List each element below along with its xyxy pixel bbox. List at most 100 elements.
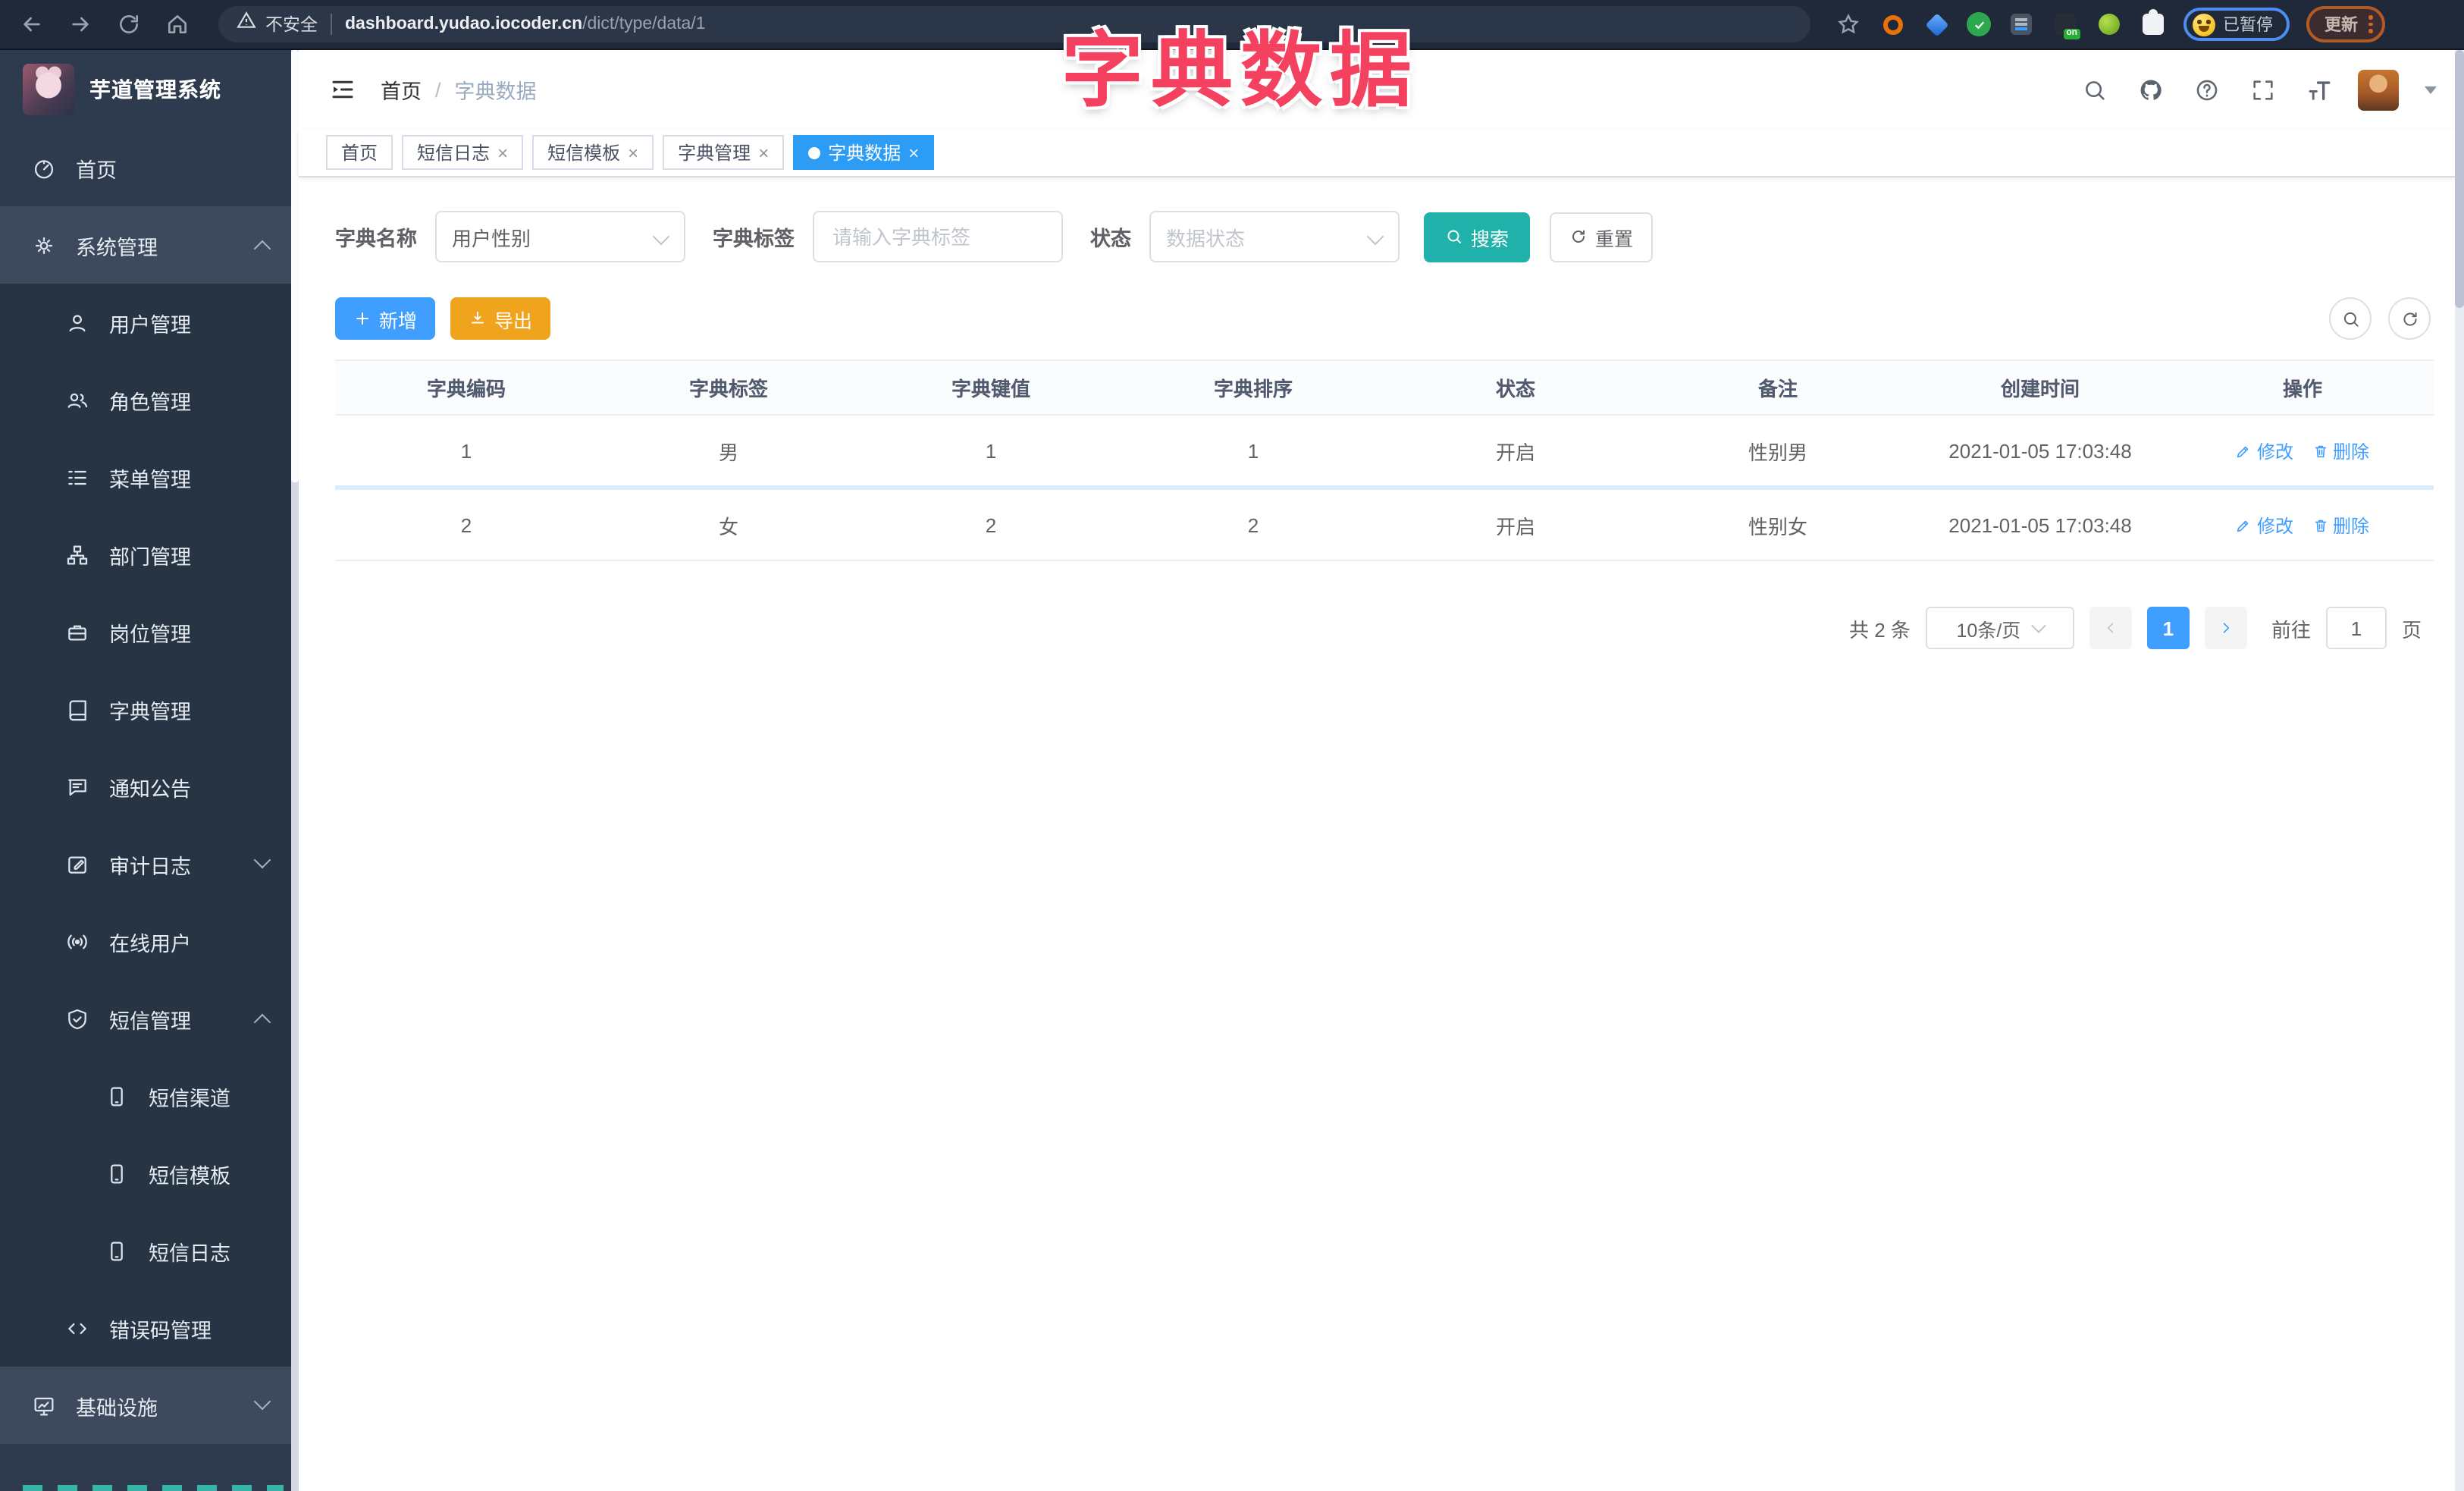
sidebar-item-error-codes[interactable]: 错误码管理: [0, 1289, 299, 1367]
fullscreen-icon[interactable]: [2246, 73, 2279, 106]
bookmark-star-icon[interactable]: [1835, 11, 1862, 38]
logo-rabbit-image: [23, 64, 74, 115]
help-icon[interactable]: [2190, 73, 2223, 106]
tag-sms-log[interactable]: 短信日志: [402, 135, 524, 170]
sidebar-scrollbar[interactable]: [291, 50, 299, 1491]
sidebar-item-menus[interactable]: 菜单管理: [0, 438, 299, 516]
forward-icon[interactable]: [61, 5, 100, 44]
sidebar-item-audit-log[interactable]: 审计日志: [0, 825, 299, 902]
sidebar-fold-icon[interactable]: [326, 73, 359, 106]
extension-bars-icon[interactable]: [2008, 11, 2035, 38]
tag-dict-manage[interactable]: 字典管理: [663, 135, 785, 170]
sidebar-logo[interactable]: 芋道管理系统: [0, 50, 299, 129]
edit-link-label: 修改: [2256, 441, 2293, 462]
browser-menu-icon[interactable]: [2368, 15, 2372, 33]
dict-name-select[interactable]: 用户性别: [435, 211, 685, 262]
sidebar-item-roles[interactable]: 角色管理: [0, 361, 299, 438]
delete-link[interactable]: 删除: [2312, 512, 2369, 538]
sidebar-item-home[interactable]: 首页: [0, 129, 299, 206]
sidebar-item-infrastructure[interactable]: 基础设施: [0, 1367, 299, 1444]
delete-link[interactable]: 删除: [2312, 438, 2369, 463]
browser-update-button[interactable]: 更新: [2306, 6, 2384, 42]
sidebar-item-dict[interactable]: 字典管理: [0, 670, 299, 748]
extension-gem-icon[interactable]: [1923, 11, 1950, 38]
extension-check-icon[interactable]: [1967, 12, 1991, 36]
tag-home[interactable]: 首页: [326, 135, 393, 170]
edit-link[interactable]: 修改: [2236, 438, 2293, 463]
monitor-icon: [32, 1393, 56, 1417]
page-scrollbar-thumb[interactable]: [2455, 50, 2464, 308]
refresh-table-button[interactable]: [2388, 297, 2431, 340]
reset-button-label: 重置: [1595, 228, 1634, 250]
table-row: 2 女 2 2 开启 性别女 2021-01-05 17:03:48 修改 删除: [335, 490, 2434, 561]
search-icon[interactable]: [2077, 73, 2111, 106]
tag-label: 字典管理: [678, 143, 751, 164]
current-page-button[interactable]: 1: [2146, 607, 2190, 649]
sidebar-item-label: 基础设施: [76, 1396, 158, 1419]
font-size-icon[interactable]: [2302, 73, 2335, 106]
sidebar-item-sms-template[interactable]: 短信模板: [0, 1135, 299, 1212]
address-bar[interactable]: 不安全 dashboard.yudao.iocoder.cn/dict/type…: [218, 6, 1810, 42]
breadcrumb-separator: /: [435, 78, 441, 101]
sidebar-item-sms[interactable]: 短信管理: [0, 980, 299, 1057]
sidebar-item-users[interactable]: 用户管理: [0, 284, 299, 361]
goto-label: 前往: [2271, 618, 2311, 641]
export-button[interactable]: 导出: [450, 297, 551, 340]
chevron-left-icon: [2107, 623, 2114, 633]
user-avatar[interactable]: [2358, 69, 2399, 110]
url-text[interactable]: dashboard.yudao.iocoder.cn/dict/type/dat…: [345, 15, 706, 33]
profile-paused-badge[interactable]: 已暂停: [2183, 8, 2290, 41]
sidebar-item-sms-channel[interactable]: 短信渠道: [0, 1057, 299, 1135]
goto-page-input[interactable]: [2325, 607, 2387, 649]
cell-status: 开启: [1495, 441, 1535, 463]
next-page-button[interactable]: [2204, 607, 2247, 649]
edit-link[interactable]: 修改: [2236, 512, 2293, 538]
app: 芋道管理系统 首页 系统管理 用户管理 角色管理 菜单管理 部门管理 岗位管理 …: [0, 50, 2464, 1491]
close-icon[interactable]: [628, 143, 638, 162]
toggle-search-button[interactable]: [2329, 297, 2372, 340]
close-icon[interactable]: [908, 143, 919, 162]
search-icon: [2343, 311, 2358, 326]
page-scrollbar[interactable]: [2455, 50, 2464, 1491]
signal-icon: [65, 929, 89, 953]
cell-remark: 性别女: [1748, 515, 1807, 538]
avatar-caret-icon[interactable]: [2425, 86, 2437, 93]
breadcrumb-home[interactable]: 首页: [381, 74, 422, 105]
home-icon[interactable]: [158, 5, 197, 44]
status-select[interactable]: 数据状态: [1149, 211, 1400, 262]
sidebar-item-system[interactable]: 系统管理: [0, 206, 299, 284]
dict-tag-input[interactable]: [829, 224, 1046, 250]
tag-dict-data[interactable]: 字典数据: [793, 135, 935, 170]
shield-check-icon: [65, 1006, 89, 1031]
reload-icon[interactable]: [109, 5, 149, 44]
security-label[interactable]: 不安全: [265, 12, 318, 36]
dict-name-value: 用户性别: [452, 227, 531, 250]
search-button[interactable]: 搜索: [1424, 212, 1531, 262]
dict-tag-field[interactable]: [813, 211, 1063, 262]
page-size-select[interactable]: 10条/页: [1925, 607, 2074, 649]
breadcrumb-current: 字典数据: [454, 80, 537, 103]
sidebar-item-posts[interactable]: 岗位管理: [0, 593, 299, 670]
sidebar-scrollbar-thumb[interactable]: [291, 50, 299, 482]
extension-orange-icon[interactable]: [1879, 11, 1906, 38]
edit-link-label: 修改: [2256, 515, 2293, 536]
tag-sms-template[interactable]: 短信模板: [532, 135, 654, 170]
sidebar-item-notices[interactable]: 通知公告: [0, 748, 299, 825]
chevron-up-icon: [253, 1013, 271, 1031]
reset-button[interactable]: 重置: [1550, 212, 1654, 262]
chevron-down-icon: [1366, 228, 1384, 246]
extensions-puzzle-icon[interactable]: [2140, 9, 2167, 38]
sidebar-item-online-users[interactable]: 在线用户: [0, 902, 299, 980]
extension-green-icon[interactable]: [2096, 11, 2123, 38]
sidebar-item-departments[interactable]: 部门管理: [0, 516, 299, 593]
github-icon[interactable]: [2133, 73, 2167, 106]
page-header: 首页 / 字典数据: [299, 50, 2464, 129]
extension-on-icon[interactable]: on: [2052, 11, 2080, 39]
tag-label: 短信日志: [417, 143, 491, 164]
add-button[interactable]: 新增: [335, 297, 436, 340]
sidebar-item-sms-log[interactable]: 短信日志: [0, 1212, 299, 1289]
back-icon[interactable]: [12, 5, 52, 44]
close-icon[interactable]: [758, 143, 769, 162]
prev-page-button[interactable]: [2089, 607, 2132, 649]
close-icon[interactable]: [497, 143, 508, 162]
